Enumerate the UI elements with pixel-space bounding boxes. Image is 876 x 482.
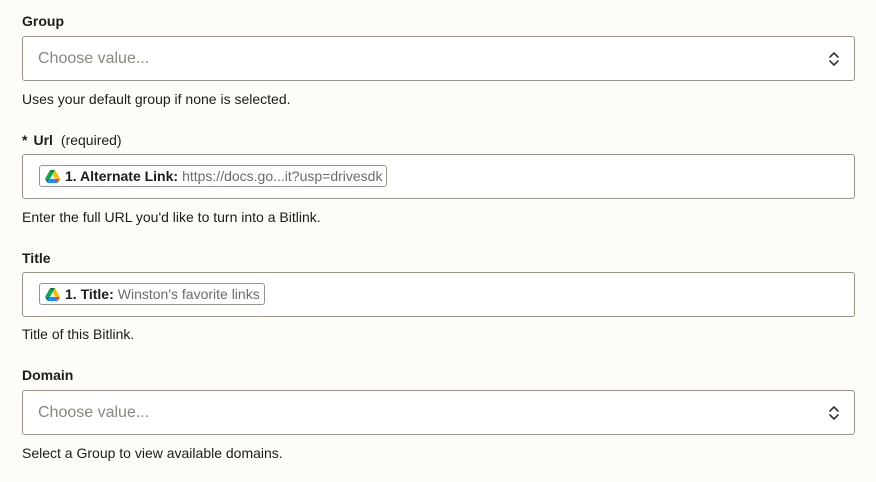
- title-label: Title: [22, 250, 51, 266]
- url-help-text: Enter the full URL you'd like to turn in…: [22, 209, 321, 225]
- required-star: *: [22, 132, 28, 148]
- url-field: * Url (required) 1. Alternate Link: https:…: [22, 131, 855, 231]
- group-field: Group Choose value... Uses your default …: [22, 12, 855, 112]
- url-input[interactable]: 1. Alternate Link: https://docs.go...it?…: [22, 154, 855, 199]
- title-field: Title 1. Title: Winston's favorite links…: [22, 249, 855, 349]
- required-note: (required): [60, 132, 122, 148]
- url-label: Url: [33, 132, 53, 148]
- group-select[interactable]: Choose value...: [22, 36, 855, 81]
- url-pill-value: https://docs.go...it?usp=drivesdk: [182, 168, 383, 184]
- chevron-up-down-icon: [829, 406, 839, 420]
- chevron-up-down-icon: [829, 52, 839, 66]
- group-label: Group: [22, 13, 64, 29]
- url-pill-key: 1. Alternate Link:: [65, 168, 179, 184]
- google-drive-icon: [45, 169, 60, 183]
- google-drive-icon: [45, 287, 60, 301]
- domain-select[interactable]: Choose value...: [22, 390, 855, 435]
- url-label-row: * Url (required): [22, 131, 855, 149]
- title-pill-value: Winston's favorite links: [117, 286, 260, 302]
- title-input[interactable]: 1. Title: Winston's favorite links: [22, 272, 855, 317]
- domain-label: Domain: [22, 367, 74, 383]
- title-mapped-value-pill[interactable]: 1. Title: Winston's favorite links: [39, 283, 265, 305]
- group-select-placeholder: Choose value...: [38, 50, 150, 67]
- title-help-text: Title of this Bitlink.: [22, 326, 135, 342]
- domain-select-placeholder: Choose value...: [38, 404, 150, 421]
- domain-field: Domain Choose value... Select a Group to…: [22, 366, 855, 466]
- url-mapped-value-pill[interactable]: 1. Alternate Link: https://docs.go...it?…: [39, 165, 388, 187]
- title-pill-key: 1. Title:: [65, 286, 114, 302]
- group-help-text: Uses your default group if none is selec…: [22, 91, 291, 107]
- domain-help-text: Select a Group to view available domains…: [22, 445, 283, 461]
